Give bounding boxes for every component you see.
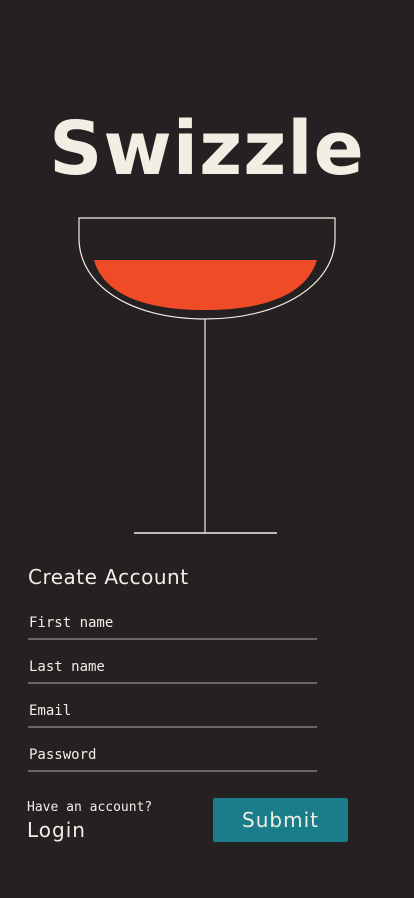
email-field[interactable] [28, 700, 317, 728]
cocktail-glass-icon [78, 217, 336, 534]
submit-button[interactable]: Submit [213, 798, 348, 842]
login-prompt: Have an account? [27, 800, 153, 815]
last-name-field[interactable] [28, 656, 317, 684]
glass-liquid [94, 260, 317, 310]
form-heading: Create Account [28, 565, 189, 589]
password-field[interactable] [28, 744, 317, 772]
first-name-field[interactable] [28, 612, 317, 640]
login-link[interactable]: Login [27, 818, 86, 842]
